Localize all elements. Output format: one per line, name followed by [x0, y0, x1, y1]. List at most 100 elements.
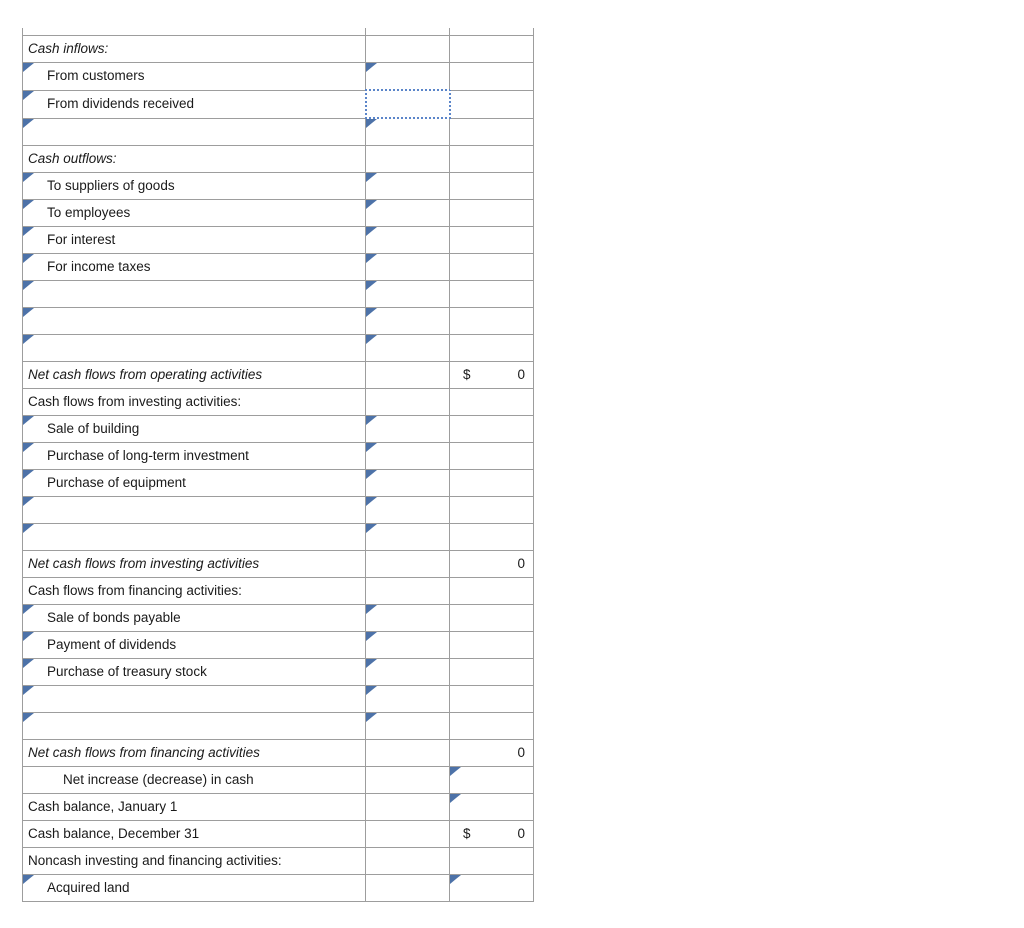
row-right-cell-purchase-of-treasury-stock — [449, 658, 534, 686]
clipped-label-cell — [22, 28, 366, 36]
row-label-cell-cash-inflows-header: Cash inflows: — [22, 35, 366, 63]
table-row: From dividends received — [22, 89, 534, 119]
input-amount-sale-of-bonds-payable[interactable] — [365, 604, 450, 632]
input-amount-sale-of-building[interactable] — [365, 415, 450, 443]
row-label-cell-net-investing-total: Net cash flows from investing activities — [22, 550, 366, 578]
row-right-cell-net-investing-total: 0 — [449, 550, 534, 578]
clipped-mid-cell — [365, 28, 450, 36]
input-amount-to-suppliers-of-goods[interactable] — [365, 172, 450, 200]
input-label-sale-of-bonds-payable[interactable]: Sale of bonds payable — [22, 604, 366, 632]
row-label-cell-noncash-activities-header: Noncash investing and financing activiti… — [22, 847, 366, 875]
row-right-cell-sale-of-bonds-payable — [449, 604, 534, 632]
input-amount-cash-balance-january-1[interactable] — [449, 793, 534, 821]
row-right-cell-from-customers — [449, 62, 534, 91]
row-mid-cell-cash-outflows-header — [365, 145, 450, 173]
table-row: Purchase of equipment — [22, 469, 534, 497]
table-row — [22, 712, 534, 740]
table-row-clipped-top — [22, 28, 534, 36]
input-amount-operating-blank-2[interactable] — [365, 280, 450, 308]
input-amount-purchase-of-treasury-stock[interactable] — [365, 658, 450, 686]
row-label: Net increase (decrease) in cash — [63, 772, 254, 787]
input-amount-operating-inflow-blank-1[interactable] — [365, 117, 450, 146]
input-amount-investing-blank-1[interactable] — [365, 496, 450, 524]
input-label-investing-blank-1[interactable] — [22, 496, 366, 524]
row-label: Cash outflows: — [28, 151, 117, 166]
table-row — [22, 280, 534, 308]
cash-flow-table: Cash inflows: From customers From divide… — [22, 28, 534, 902]
input-amount-from-customers[interactable] — [365, 62, 450, 91]
table-row: For income taxes — [22, 253, 534, 281]
input-label-sale-of-building[interactable]: Sale of building — [22, 415, 366, 443]
row-right-cell-to-suppliers-of-goods — [449, 172, 534, 200]
row-right-cell-for-interest — [449, 226, 534, 254]
table-row: Noncash investing and financing activiti… — [22, 847, 534, 875]
input-amount-purchase-of-equipment[interactable] — [365, 469, 450, 497]
input-amount-acquired-land[interactable] — [449, 874, 534, 902]
input-label-financing-blank-1[interactable] — [22, 685, 366, 713]
input-amount-for-income-taxes[interactable] — [365, 253, 450, 281]
input-label-operating-blank-2[interactable] — [22, 280, 366, 308]
input-amount-purchase-long-term-invest[interactable] — [365, 442, 450, 470]
input-amount-for-interest[interactable] — [365, 226, 450, 254]
table-row: Sale of building — [22, 415, 534, 443]
row-mid-cell-noncash-activities-header — [365, 847, 450, 875]
input-amount-investing-blank-2[interactable] — [365, 523, 450, 551]
row-right-cell-from-dividends-received — [449, 89, 534, 119]
input-label-to-suppliers-of-goods[interactable]: To suppliers of goods — [22, 172, 366, 200]
row-right-cell-cash-outflows-header — [449, 145, 534, 173]
input-label-operating-blank-4[interactable] — [22, 334, 366, 362]
input-label-operating-inflow-blank-1[interactable] — [22, 117, 366, 146]
row-right-cell-payment-of-dividends — [449, 631, 534, 659]
table-row: Cash flows from investing activities: — [22, 388, 534, 416]
row-label-cell-investing-header: Cash flows from investing activities: — [22, 388, 366, 416]
input-amount-to-employees[interactable] — [365, 199, 450, 227]
currency-symbol: $ — [463, 367, 471, 382]
input-amount-net-increase-decrease-cash[interactable] — [449, 766, 534, 794]
input-label-operating-blank-3[interactable] — [22, 307, 366, 335]
input-label-acquired-land[interactable]: Acquired land — [22, 874, 366, 902]
row-label: Purchase of long-term investment — [47, 448, 249, 463]
input-label-financing-blank-2[interactable] — [22, 712, 366, 740]
input-label-from-customers[interactable]: From customers — [22, 62, 366, 91]
input-label-purchase-long-term-invest[interactable]: Purchase of long-term investment — [22, 442, 366, 470]
table-row — [22, 334, 534, 362]
table-row: Net cash flows from financing activities… — [22, 739, 534, 767]
row-label: Purchase of equipment — [47, 475, 186, 490]
table-row — [22, 523, 534, 551]
row-label: Sale of bonds payable — [47, 610, 181, 625]
input-amount-from-dividends-received[interactable] — [364, 89, 451, 119]
input-amount-financing-blank-1[interactable] — [365, 685, 450, 713]
table-row: From customers — [22, 62, 534, 91]
row-mid-cell-net-operating-total — [365, 361, 450, 389]
input-amount-financing-blank-2[interactable] — [365, 712, 450, 740]
row-mid-cell-financing-header — [365, 577, 450, 605]
row-label: Net cash flows from investing activities — [28, 556, 260, 571]
row-amount: 0 — [517, 745, 525, 760]
input-label-for-income-taxes[interactable]: For income taxes — [22, 253, 366, 281]
row-label: To employees — [47, 205, 131, 220]
row-label: Sale of building — [47, 421, 140, 436]
input-amount-operating-blank-3[interactable] — [365, 307, 450, 335]
row-mid-cell-net-financing-total — [365, 739, 450, 767]
row-right-cell-to-employees — [449, 199, 534, 227]
row-mid-cell-net-increase-decrease-cash — [365, 766, 450, 794]
row-right-cell-operating-blank-4 — [449, 334, 534, 362]
input-amount-operating-blank-4[interactable] — [365, 334, 450, 362]
input-label-from-dividends-received[interactable]: From dividends received — [22, 89, 366, 119]
row-right-cell-purchase-long-term-invest — [449, 442, 534, 470]
table-row: Net cash flows from investing activities… — [22, 550, 534, 578]
input-label-to-employees[interactable]: To employees — [22, 199, 366, 227]
input-label-for-interest[interactable]: For interest — [22, 226, 366, 254]
row-mid-cell-investing-header — [365, 388, 450, 416]
input-label-purchase-of-treasury-stock[interactable]: Purchase of treasury stock — [22, 658, 366, 686]
row-label: Cash balance, December 31 — [28, 826, 200, 841]
input-amount-payment-of-dividends[interactable] — [365, 631, 450, 659]
input-label-investing-blank-2[interactable] — [22, 523, 366, 551]
row-right-cell-for-income-taxes — [449, 253, 534, 281]
input-label-payment-of-dividends[interactable]: Payment of dividends — [22, 631, 366, 659]
row-label: For income taxes — [47, 259, 151, 274]
table-row: Cash outflows: — [22, 145, 534, 173]
table-row: Cash balance, January 1 — [22, 793, 534, 821]
input-label-purchase-of-equipment[interactable]: Purchase of equipment — [22, 469, 366, 497]
row-label: Cash flows from financing activities: — [28, 583, 242, 598]
